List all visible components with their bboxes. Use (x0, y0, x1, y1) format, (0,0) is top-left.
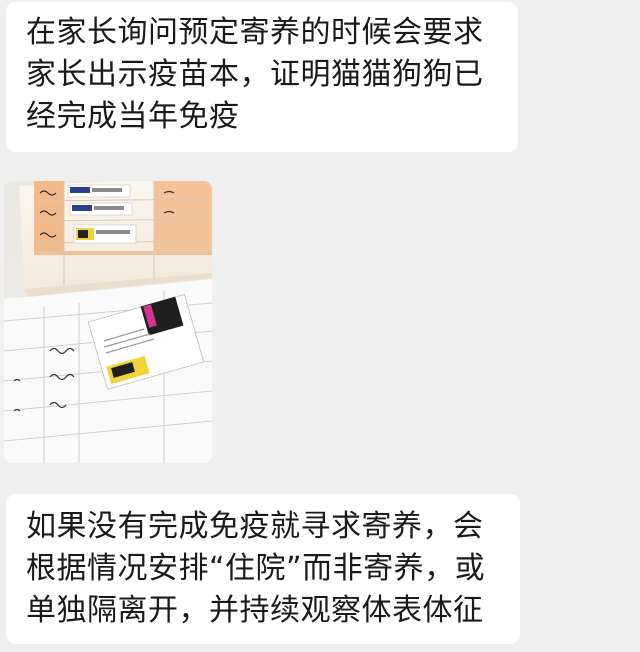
booklet-bottom-page (4, 273, 212, 463)
message-text-line: 单独隔离开，并持续观察体表体征 (26, 593, 484, 628)
message-text-line: 在家长询问预定寄养的时候会要求 (26, 15, 484, 50)
image-message[interactable] (4, 181, 212, 463)
message-bubble[interactable]: 在家长询问预定寄养的时候会要求 家长出示疫苗本，证明猫猫狗狗已 经完成当年免疫 (6, 2, 518, 152)
message-text-line: 根据情况安排“住院”而非寄养，或 (26, 551, 486, 586)
message-bubble[interactable]: 如果没有完成免疫就寻求寄养，会 根据情况安排“住院”而非寄养，或 单独隔离开，并… (6, 494, 520, 644)
vaccine-booklet-photo (4, 181, 212, 463)
message-text-line: 经完成当年免疫 (26, 99, 240, 134)
message-text-line: 家长出示疫苗本，证明猫猫狗狗已 (26, 57, 484, 92)
message-text-line: 如果没有完成免疫就寻求寄养，会 (26, 509, 484, 544)
